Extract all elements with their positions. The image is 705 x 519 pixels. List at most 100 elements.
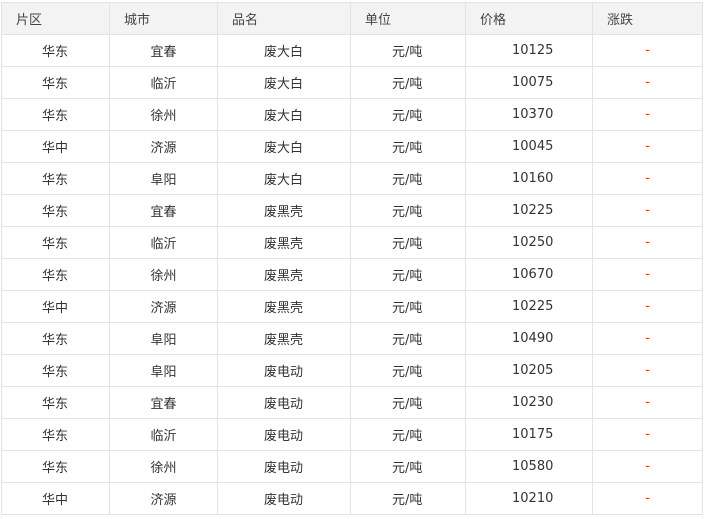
cell-unit: 元/吨: [350, 290, 466, 323]
cell-product: 废大白: [217, 98, 351, 131]
cell-region: 华东: [1, 98, 110, 131]
column-header-region: 片区: [1, 2, 110, 35]
cell-unit: 元/吨: [350, 354, 466, 387]
table-row: 华东 宜春 废黑壳 元/吨 10225-: [1, 194, 703, 227]
table-body: 华东 宜春 废大白 元/吨 10125- 华东 临沂 废大白 元/吨 10075- 华东 徐州 废大白元…: [1, 34, 703, 515]
table-row: 华东 阜阳 废大白 元/吨 10160-: [1, 162, 703, 195]
cell-region: 华东: [1, 354, 110, 387]
cell-city: 宜春: [109, 34, 218, 67]
cell-change: -: [592, 354, 703, 387]
cell-unit: 元/吨: [350, 322, 466, 355]
table-row: 华东 徐州 废黑壳 元/吨 10670-: [1, 258, 703, 291]
cell-price: 10225: [465, 290, 593, 323]
cell-product: 废电动: [217, 354, 351, 387]
cell-unit: 元/吨: [350, 130, 466, 163]
cell-price: 10490: [465, 322, 593, 355]
cell-region: 华东: [1, 450, 110, 483]
cell-unit: 元/吨: [350, 162, 466, 195]
cell-price: 10370: [465, 98, 593, 131]
cell-change: -: [592, 482, 703, 515]
cell-product: 废电动: [217, 418, 351, 451]
cell-change: -: [592, 258, 703, 291]
cell-product: 废黑壳: [217, 226, 351, 259]
cell-unit: 元/吨: [350, 418, 466, 451]
cell-change: -: [592, 290, 703, 323]
cell-price: 10160: [465, 162, 593, 195]
cell-change: -: [592, 162, 703, 195]
column-header-price: 价格: [465, 2, 593, 35]
column-header-change: 涨跌: [592, 2, 703, 35]
cell-product: 废大白: [217, 66, 351, 99]
cell-product: 废黑壳: [217, 290, 351, 323]
table-row: 华东 宜春 废大白 元/吨 10125-: [1, 34, 703, 67]
cell-product: 废大白: [217, 130, 351, 163]
cell-product: 废大白: [217, 34, 351, 67]
table-row: 华中 济源 废电动 元/吨 10210-: [1, 482, 703, 515]
table-row: 华东 徐州 废电动 元/吨 10580-: [1, 450, 703, 483]
cell-change: -: [592, 226, 703, 259]
column-header-unit: 单位: [350, 2, 466, 35]
table-header-row: 片区 城市 品名 单位 价格 涨跌: [1, 2, 703, 35]
cell-change: -: [592, 130, 703, 163]
table-row: 华东 临沂 废黑壳 元/吨 10250-: [1, 226, 703, 259]
cell-region: 华东: [1, 226, 110, 259]
cell-city: 济源: [109, 290, 218, 323]
cell-city: 阜阳: [109, 354, 218, 387]
cell-region: 华东: [1, 418, 110, 451]
column-header-city: 城市: [109, 2, 218, 35]
column-header-product: 品名: [217, 2, 351, 35]
cell-change: -: [592, 322, 703, 355]
cell-city: 临沂: [109, 226, 218, 259]
cell-region: 华东: [1, 258, 110, 291]
cell-product: 废黑壳: [217, 258, 351, 291]
cell-product: 废黑壳: [217, 194, 351, 227]
cell-product: 废黑壳: [217, 322, 351, 355]
table-row: 华中 济源 废大白 元/吨 10045-: [1, 130, 703, 163]
cell-change: -: [592, 418, 703, 451]
cell-unit: 元/吨: [350, 194, 466, 227]
cell-product: 废电动: [217, 386, 351, 419]
cell-region: 华东: [1, 162, 110, 195]
cell-price: 10175: [465, 418, 593, 451]
table-row: 华东 阜阳 废黑壳 元/吨 10490-: [1, 322, 703, 355]
cell-unit: 元/吨: [350, 450, 466, 483]
cell-city: 徐州: [109, 450, 218, 483]
cell-price: 10670: [465, 258, 593, 291]
cell-unit: 元/吨: [350, 66, 466, 99]
cell-price: 10580: [465, 450, 593, 483]
cell-unit: 元/吨: [350, 258, 466, 291]
cell-price: 10210: [465, 482, 593, 515]
cell-region: 华中: [1, 130, 110, 163]
cell-unit: 元/吨: [350, 98, 466, 131]
cell-city: 徐州: [109, 98, 218, 131]
cell-city: 宜春: [109, 194, 218, 227]
cell-price: 10250: [465, 226, 593, 259]
cell-price: 10230: [465, 386, 593, 419]
cell-city: 临沂: [109, 66, 218, 99]
cell-region: 华东: [1, 34, 110, 67]
cell-city: 临沂: [109, 418, 218, 451]
cell-unit: 元/吨: [350, 34, 466, 67]
cell-city: 阜阳: [109, 162, 218, 195]
cell-price: 10205: [465, 354, 593, 387]
cell-region: 华东: [1, 322, 110, 355]
cell-price: 10125: [465, 34, 593, 67]
cell-price: 10075: [465, 66, 593, 99]
cell-region: 华东: [1, 386, 110, 419]
cell-unit: 元/吨: [350, 226, 466, 259]
cell-change: -: [592, 386, 703, 419]
table-row: 华中 济源 废黑壳 元/吨 10225-: [1, 290, 703, 323]
cell-change: -: [592, 98, 703, 131]
cell-price: 10225: [465, 194, 593, 227]
cell-unit: 元/吨: [350, 386, 466, 419]
cell-change: -: [592, 450, 703, 483]
table-row: 华东 阜阳 废电动 元/吨 10205-: [1, 354, 703, 387]
cell-unit: 元/吨: [350, 482, 466, 515]
cell-product: 废电动: [217, 482, 351, 515]
table-row: 华东 徐州 废大白 元/吨 10370-: [1, 98, 703, 131]
table-row: 华东 宜春 废电动 元/吨 10230-: [1, 386, 703, 419]
price-table-container: 片区 城市 品名 单位 价格 涨跌 华东 宜春 废大白 元/吨 10125- 华东 临沂 废大…: [1, 2, 703, 515]
cell-product: 废电动: [217, 450, 351, 483]
cell-change: -: [592, 34, 703, 67]
cell-region: 华东: [1, 194, 110, 227]
